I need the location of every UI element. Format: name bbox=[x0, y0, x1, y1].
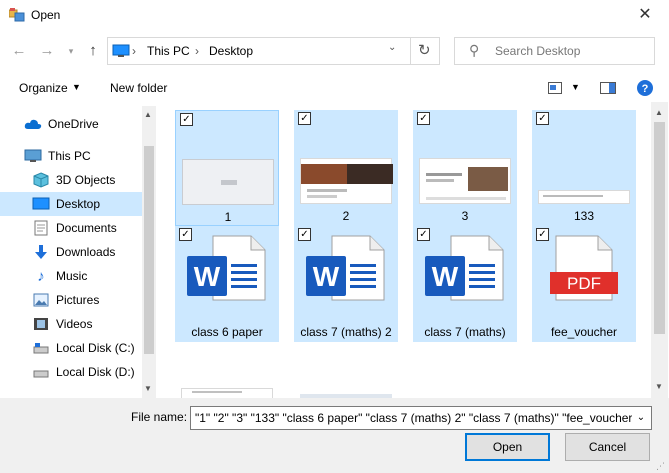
computer-icon bbox=[112, 44, 130, 57]
breadcrumb-desktop[interactable]: Desktop bbox=[209, 44, 253, 58]
nav-item-this-pc[interactable]: This PC bbox=[0, 144, 142, 168]
file-item[interactable]: ✓ 3 bbox=[413, 110, 517, 226]
nav-item-downloads[interactable]: Downloads bbox=[0, 240, 142, 264]
cancel-button[interactable]: Cancel bbox=[565, 433, 650, 461]
navigation-pane: OneDrive This PC 3D Objects Desktop Docu… bbox=[0, 106, 156, 398]
help-icon[interactable]: ? bbox=[637, 80, 653, 96]
svg-text:?: ? bbox=[642, 83, 649, 95]
checkbox[interactable]: ✓ bbox=[536, 112, 549, 125]
close-icon[interactable]: ✕ bbox=[630, 4, 660, 26]
documents-icon bbox=[32, 220, 50, 236]
back-arrow-icon[interactable]: ← bbox=[8, 40, 30, 62]
downloads-icon bbox=[32, 244, 50, 260]
refresh-icon[interactable]: ↻ bbox=[418, 41, 431, 59]
file-item[interactable]: ✓ 133 bbox=[532, 110, 636, 226]
image-thumbnail bbox=[182, 159, 274, 205]
search-icon: ⚲ bbox=[469, 42, 480, 58]
image-thumbnail bbox=[538, 190, 630, 204]
scrollbar-thumb[interactable] bbox=[654, 122, 665, 334]
file-list-scrollbar[interactable]: ▲ ▼ bbox=[651, 102, 668, 398]
file-name-input[interactable]: "1" "2" "3" "133" "class 6 paper" "class… bbox=[190, 406, 652, 430]
desktop-icon bbox=[32, 196, 50, 212]
up-arrow-icon[interactable]: ↑ bbox=[82, 40, 104, 62]
videos-icon bbox=[32, 316, 50, 332]
word-document-icon: W bbox=[306, 235, 385, 301]
3d-objects-icon bbox=[32, 172, 50, 188]
divider bbox=[410, 38, 411, 64]
address-dropdown-icon[interactable]: ⌄ bbox=[388, 42, 396, 53]
svg-text:W: W bbox=[313, 261, 340, 292]
scroll-up-icon[interactable]: ▲ bbox=[144, 110, 152, 119]
word-document-icon: W bbox=[187, 235, 266, 301]
toolbar: Organize ▼ New folder ▼ ? bbox=[0, 74, 669, 102]
breadcrumb-this-pc[interactable]: This PC bbox=[147, 44, 190, 58]
file-item[interactable]: ✓ W class 7 (maths) 2 bbox=[294, 226, 398, 342]
file-item[interactable]: ✓ PDF fee_voucher bbox=[532, 226, 636, 342]
app-icon bbox=[8, 8, 25, 22]
file-list: ✓ 1 ✓ 2 ✓ 3 ✓ 133 ✓ W class 6 paper ✓ W … bbox=[160, 102, 651, 398]
svg-text:W: W bbox=[194, 261, 221, 292]
preview-pane-icon[interactable] bbox=[600, 82, 616, 94]
svg-text:PDF: PDF bbox=[567, 274, 601, 293]
svg-text:W: W bbox=[432, 261, 459, 292]
nav-item-local-disk-c[interactable]: Local Disk (C:) bbox=[0, 336, 142, 360]
nav-item-local-disk-d[interactable]: Local Disk (D:) bbox=[0, 360, 142, 384]
view-dropdown-icon[interactable]: ▼ bbox=[571, 82, 580, 92]
navigation-scrollbar[interactable]: ▲ ▼ bbox=[142, 106, 156, 398]
nav-item-pictures[interactable]: Pictures bbox=[0, 288, 142, 312]
file-item[interactable]: ✓ W class 6 paper bbox=[175, 226, 279, 342]
organize-dropdown-icon[interactable]: ▼ bbox=[72, 82, 81, 92]
nav-item-onedrive[interactable]: OneDrive bbox=[0, 112, 142, 136]
file-item[interactable]: ✓ 2 bbox=[294, 110, 398, 226]
nav-item-3d-objects[interactable]: 3D Objects bbox=[0, 168, 142, 192]
music-icon: ♪ bbox=[37, 267, 45, 285]
scroll-down-icon[interactable]: ▼ bbox=[655, 382, 663, 391]
forward-arrow-icon[interactable]: → bbox=[36, 40, 58, 62]
file-item[interactable]: ✓ W class 7 (maths) bbox=[413, 226, 517, 342]
image-thumbnail bbox=[300, 158, 393, 204]
drive-icon bbox=[32, 340, 50, 356]
search-box[interactable]: ⚲ Search Desktop bbox=[454, 37, 655, 65]
computer-icon bbox=[24, 148, 42, 164]
partial-file-thumbnail bbox=[181, 388, 273, 398]
scrollbar-thumb[interactable] bbox=[144, 146, 154, 354]
address-bar[interactable]: › This PC › Desktop ⌄ ↻ bbox=[107, 37, 440, 65]
window-title: Open bbox=[31, 8, 61, 22]
file-item[interactable]: ✓ 1 bbox=[175, 110, 279, 226]
new-folder-button[interactable]: New folder bbox=[110, 81, 167, 95]
word-document-icon: W bbox=[425, 235, 504, 301]
breadcrumb-separator: › bbox=[195, 44, 199, 58]
checkbox[interactable]: ✓ bbox=[180, 113, 193, 126]
pictures-icon bbox=[32, 292, 50, 308]
file-name-dropdown-icon[interactable]: ⌄ bbox=[632, 408, 650, 428]
nav-item-desktop[interactable]: Desktop bbox=[0, 192, 142, 216]
pdf-document-icon: PDF bbox=[550, 235, 618, 301]
drive-icon bbox=[32, 364, 50, 380]
search-placeholder: Search Desktop bbox=[495, 44, 581, 58]
checkbox[interactable]: ✓ bbox=[417, 112, 430, 125]
title-bar bbox=[0, 0, 669, 30]
file-name-label: File name: bbox=[131, 410, 188, 424]
image-thumbnail bbox=[419, 158, 511, 204]
scroll-down-icon[interactable]: ▼ bbox=[144, 384, 152, 393]
recent-locations-icon[interactable]: ▾ bbox=[60, 40, 82, 62]
scroll-up-icon[interactable]: ▲ bbox=[655, 108, 663, 117]
nav-item-music[interactable]: ♪ Music bbox=[0, 264, 142, 288]
resize-grip-icon[interactable]: ⋰ bbox=[656, 461, 665, 472]
checkbox[interactable]: ✓ bbox=[298, 112, 311, 125]
breadcrumb-separator: › bbox=[132, 44, 136, 58]
nav-item-documents[interactable]: Documents bbox=[0, 216, 142, 240]
view-icon[interactable] bbox=[548, 82, 562, 94]
nav-item-videos[interactable]: Videos bbox=[0, 312, 142, 336]
organize-button[interactable]: Organize bbox=[19, 81, 68, 95]
open-button[interactable]: Open bbox=[465, 433, 550, 461]
onedrive-icon bbox=[24, 116, 42, 132]
